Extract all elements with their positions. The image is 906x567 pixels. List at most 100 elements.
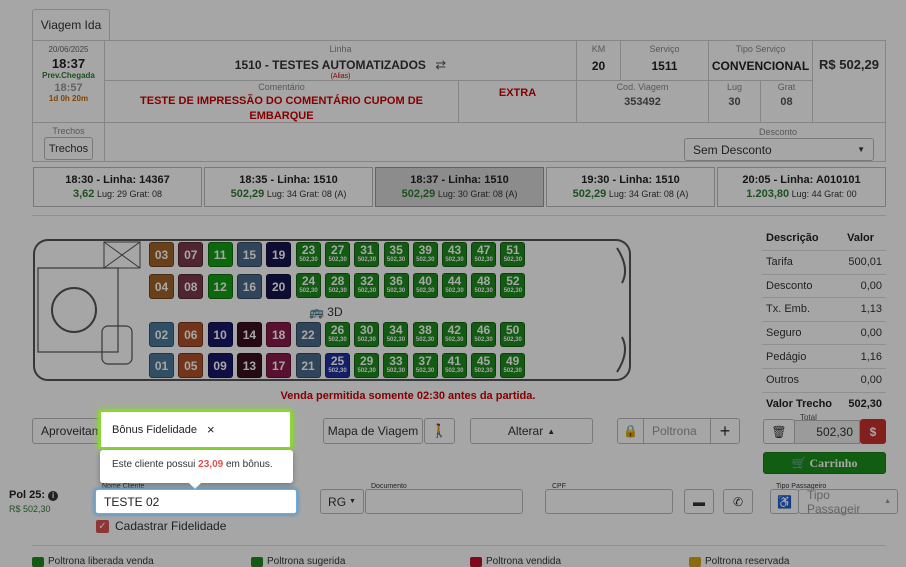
seat-price: 502,30 — [416, 257, 435, 263]
seat-52[interactable]: 52 502,30 — [500, 273, 526, 298]
trechos-button[interactable]: Trechos — [44, 137, 93, 160]
seat-35[interactable]: 35 502,30 — [383, 242, 409, 267]
seat-49[interactable]: 49 502,30 — [500, 353, 526, 378]
seat-43[interactable]: 43 502,30 — [442, 242, 467, 267]
checkbox-checked-icon[interactable]: ✓ — [96, 519, 109, 533]
seat-31[interactable]: 31 502,30 — [354, 242, 380, 267]
seat-03[interactable]: 03 — [149, 242, 174, 267]
seat-46[interactable]: 46 502,30 — [471, 322, 496, 347]
seat-15[interactable]: 15 — [236, 242, 262, 267]
seat-37[interactable]: 37 502,30 — [412, 353, 438, 378]
seat-40[interactable]: 40 502,30 — [412, 273, 438, 298]
seat-05[interactable]: 05 — [178, 353, 204, 378]
documento-input[interactable] — [365, 489, 523, 514]
trip-option[interactable]: 19:30 - Linha: 1510 502,29 Lug: 34 Grat: … — [546, 167, 715, 207]
seat-32[interactable]: 32 502,30 — [354, 273, 380, 298]
seat-21[interactable]: 21 — [295, 353, 321, 378]
seat-24[interactable]: 24 502,30 — [296, 273, 321, 298]
fidelidade-label: Cadastrar Fidelidade — [115, 519, 227, 533]
seat-14[interactable]: 14 — [236, 322, 262, 347]
trash-icon[interactable]: 🗑 — [763, 419, 795, 444]
comentario-label: Comentário — [258, 82, 305, 92]
fidelidade-checkbox-row[interactable]: ✓ Cadastrar Fidelidade — [96, 519, 226, 533]
trip-title: 20:05 - Linha: A010101 — [742, 174, 861, 186]
seat-47[interactable]: 47 502,30 — [471, 242, 497, 267]
tipo-servico-value: CONVENCIONAL — [711, 59, 810, 73]
seat-number: 32 — [360, 274, 374, 288]
seat-04[interactable]: 04 — [149, 274, 174, 299]
seat-number: 37 — [418, 354, 432, 368]
bus-3d-text: 3D — [327, 305, 343, 319]
info-icon[interactable]: i — [48, 491, 59, 501]
seat-25[interactable]: 25 502,30 — [325, 353, 350, 378]
trip-details: 502,29 Lug: 34 Grat: 08 (A) — [547, 188, 714, 200]
seat-12[interactable]: 12 — [207, 274, 233, 299]
seat-33[interactable]: 33 502,30 — [383, 353, 409, 378]
seat-34[interactable]: 34 502,30 — [383, 322, 409, 347]
km-label: KM — [591, 44, 606, 54]
refresh-icon[interactable]: ⇄ — [435, 57, 446, 72]
seat-number: 10 — [213, 328, 227, 342]
seat-29[interactable]: 29 502,30 — [354, 353, 380, 378]
trip-option[interactable]: 18:30 - Linha: 14367 3,62 Lug: 29 Grat: 0… — [33, 167, 202, 207]
cpf-input[interactable] — [545, 489, 673, 514]
close-icon[interactable]: × — [207, 422, 215, 437]
trip-price: 3,62 — [73, 188, 95, 200]
seat-11[interactable]: 11 — [207, 242, 233, 267]
accessibility-icon[interactable]: ♿ — [770, 489, 799, 514]
dollar-icon[interactable]: $ — [860, 419, 886, 444]
seat-48[interactable]: 48 502,30 — [471, 273, 497, 298]
seat-07[interactable]: 07 — [178, 242, 204, 267]
tipo-passageiro-select[interactable]: Tipo Passageir ▲ — [798, 488, 898, 516]
seat-26[interactable]: 26 502,30 — [325, 322, 350, 347]
seat-17[interactable]: 17 — [266, 353, 292, 378]
tab-viagem-ida[interactable]: Viagem Ida — [32, 9, 110, 40]
add-poltrona-button[interactable]: + — [710, 418, 740, 444]
trip-option[interactable]: 18:37 - Linha: 1510 502,29 Lug: 30 Grat: … — [375, 167, 544, 207]
servico-label: Serviço — [649, 44, 680, 54]
carrinho-button[interactable]: 🛒 Carrinho — [763, 452, 886, 474]
seat-01[interactable]: 01 — [149, 353, 174, 378]
card-icon[interactable]: ▬ — [684, 489, 714, 514]
seat-51[interactable]: 51 502,30 — [500, 242, 526, 267]
trip-option[interactable]: 20:05 - Linha: A010101 1.203,80 Lug: 44 G… — [717, 167, 886, 207]
seat-18[interactable]: 18 — [266, 322, 292, 347]
seat-06[interactable]: 06 — [178, 322, 204, 347]
phone-icon[interactable]: ✆ — [723, 489, 753, 514]
seat-08[interactable]: 08 — [178, 274, 204, 299]
seat-22[interactable]: 22 — [295, 322, 321, 347]
nome-cliente-input-focused[interactable]: TESTE 02 — [95, 489, 297, 514]
seat-50[interactable]: 50 502,30 — [500, 322, 526, 347]
trip-option[interactable]: 18:35 - Linha: 1510 502,29 Lug: 34 Grat: … — [204, 167, 373, 207]
seat-38[interactable]: 38 502,30 — [412, 322, 438, 347]
seat-13[interactable]: 13 — [236, 353, 262, 378]
walking-icon[interactable]: 🚶 — [424, 418, 455, 444]
seat-30[interactable]: 30 502,30 — [354, 322, 380, 347]
seat-41[interactable]: 41 502,30 — [441, 353, 467, 378]
seat-27[interactable]: 27 502,30 — [325, 242, 351, 267]
seat-36[interactable]: 36 502,30 — [383, 273, 409, 298]
doc-type-select[interactable]: RG ▼ — [320, 489, 364, 514]
seat-02[interactable]: 02 — [149, 322, 174, 347]
seat-20[interactable]: 20 — [266, 274, 292, 299]
seat-10[interactable]: 10 — [207, 322, 233, 347]
aproveitamento-button[interactable]: Aproveitame — [32, 418, 104, 444]
seat-23[interactable]: 23 502,30 — [296, 242, 321, 267]
seat-42[interactable]: 42 502,30 — [441, 322, 467, 347]
lock-icon[interactable]: 🔒 — [617, 418, 644, 444]
seat-39[interactable]: 39 502,30 — [412, 242, 438, 267]
desconto-select[interactable]: Sem Desconto ▼ — [684, 138, 874, 161]
seat-16[interactable]: 16 — [236, 274, 262, 299]
seat-number: 49 — [506, 354, 520, 368]
seat-19[interactable]: 19 — [266, 242, 292, 267]
legend-label: Poltrona vendida — [486, 556, 562, 567]
seat-45[interactable]: 45 502,30 — [471, 353, 496, 378]
seat-44[interactable]: 44 502,30 — [442, 273, 467, 298]
comentario-cell: Comentário TESTE DE IMPRESSÃO DO COMENTÁ… — [105, 81, 459, 123]
seat-09[interactable]: 09 — [207, 353, 233, 378]
alterar-button[interactable]: Alterar ▲ — [470, 418, 593, 444]
seat-28[interactable]: 28 502,30 — [325, 273, 351, 298]
mapa-viagem-button[interactable]: Mapa de Viagem — [323, 418, 423, 444]
poltrona-input[interactable]: Poltrona — [643, 418, 711, 444]
trechos-label: Trechos — [52, 126, 85, 136]
